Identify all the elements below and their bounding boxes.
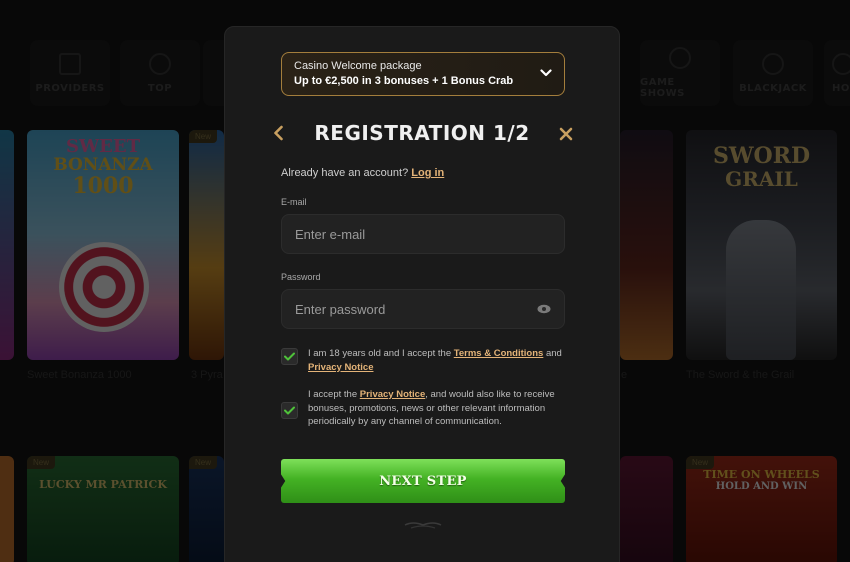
game-art-title: SWEET BONANZA 1000 [27, 137, 179, 199]
terms-text: I am 18 years old and I accept the Terms… [308, 347, 565, 374]
game-art-title: TIME ON WHEELS HOLD AND WIN [686, 468, 837, 493]
email-field[interactable] [281, 214, 565, 254]
close-icon[interactable] [558, 126, 574, 142]
registration-modal: Casino Welcome package Up to €2,500 in 3… [224, 26, 620, 562]
password-input[interactable] [295, 301, 537, 317]
terms-conditions-link[interactable]: Terms & Conditions [454, 348, 544, 359]
game-tile-partial[interactable] [0, 456, 14, 562]
game-caption: The Sword & the Grail [686, 369, 795, 381]
nav-providers[interactable]: PROVIDERS [30, 40, 110, 106]
terms-text-part: and [543, 348, 562, 359]
nav-label: HOT [832, 82, 850, 94]
flame-icon [832, 52, 850, 75]
nav-blackjack[interactable]: BLACKJACK [733, 40, 813, 106]
spade-icon [762, 52, 784, 75]
terms-text-part: I am 18 years old and I accept the [308, 348, 454, 359]
password-label: Password [281, 272, 321, 282]
nav-label: TOP [147, 82, 173, 94]
email-input[interactable] [295, 226, 551, 242]
nav-label: BLACKJACK [739, 82, 807, 94]
lollipop-art [59, 242, 149, 332]
login-prompt-text: Already have an account? [281, 167, 409, 179]
art-text: TIME ON WHEELS [703, 468, 820, 481]
game-art-title: SWORD GRAIL [686, 144, 837, 190]
new-badge: New [27, 456, 56, 469]
ornament-divider-icon [404, 522, 442, 529]
promo-title: Casino Welcome package [294, 60, 422, 72]
game-tile-pyramid[interactable]: New [189, 130, 224, 360]
art-text: SWORD [712, 143, 811, 169]
game-caption: Sweet Bonanza 1000 [27, 369, 132, 381]
art-text: GRAIL [725, 167, 798, 192]
nav-top[interactable]: TOP [120, 40, 200, 106]
nav-label: GAME SHOWS [640, 77, 685, 99]
game-tile-sword-grail[interactable]: SWORD GRAIL [686, 130, 837, 360]
game-caption: e [621, 369, 628, 381]
marketing-text: I accept the Privacy Notice, and would a… [308, 388, 565, 429]
game-tile-hold-win[interactable]: New TIME ON WHEELS HOLD AND WIN [686, 456, 837, 562]
next-step-button[interactable]: NEXT STEP [281, 459, 565, 503]
new-badge: New [189, 456, 218, 469]
promo-details: Up to €2,500 in 3 bonuses + 1 Bonus Crab [294, 75, 514, 87]
nav-hot[interactable]: HOT [824, 40, 850, 106]
game-tile-lucky-patrick[interactable]: New LUCKY MR PATRICK [27, 456, 179, 562]
nav-label: PROVIDERS [35, 82, 105, 94]
game-tile-sweet-bonanza[interactable]: SWEET BONANZA 1000 [27, 130, 179, 360]
game-tile-partial[interactable]: New [189, 456, 224, 562]
game-caption: 3 Pyra [191, 369, 223, 381]
nav-game-shows[interactable]: GAME SHOWS [640, 40, 720, 106]
marketing-checkbox[interactable] [281, 402, 298, 419]
game-tile-partial[interactable] [0, 130, 14, 360]
game-tile-partial-right[interactable] [620, 456, 673, 562]
wheel-icon [669, 47, 691, 69]
login-prompt: Already have an account? Log in [281, 167, 444, 179]
terms-consent: I am 18 years old and I accept the Terms… [281, 347, 565, 374]
login-link[interactable]: Log in [411, 167, 444, 179]
medal-icon [149, 52, 171, 75]
knight-art [726, 220, 796, 360]
terms-checkbox[interactable] [281, 348, 298, 365]
checkmark-icon [284, 352, 295, 361]
privacy-notice-link[interactable]: Privacy Notice [308, 362, 373, 373]
game-tile-partial-right[interactable] [620, 130, 673, 360]
password-field[interactable] [281, 289, 565, 329]
eye-icon[interactable] [537, 304, 551, 314]
checkmark-icon [284, 406, 295, 415]
new-badge: New [189, 130, 218, 143]
chevron-down-icon [540, 69, 552, 77]
grid-icon [59, 52, 81, 75]
art-text: LUCKY MR PATRICK [39, 478, 167, 491]
marketing-consent: I accept the Privacy Notice, and would a… [281, 388, 565, 429]
marketing-text-part: I accept the [308, 389, 360, 400]
privacy-notice-link[interactable]: Privacy Notice [360, 389, 425, 400]
art-text: 1000 [72, 172, 134, 199]
welcome-package-dropdown[interactable]: Casino Welcome package Up to €2,500 in 3… [281, 52, 565, 96]
next-step-label: NEXT STEP [379, 473, 467, 489]
art-text: HOLD AND WIN [715, 481, 808, 493]
email-label: E-mail [281, 197, 307, 207]
